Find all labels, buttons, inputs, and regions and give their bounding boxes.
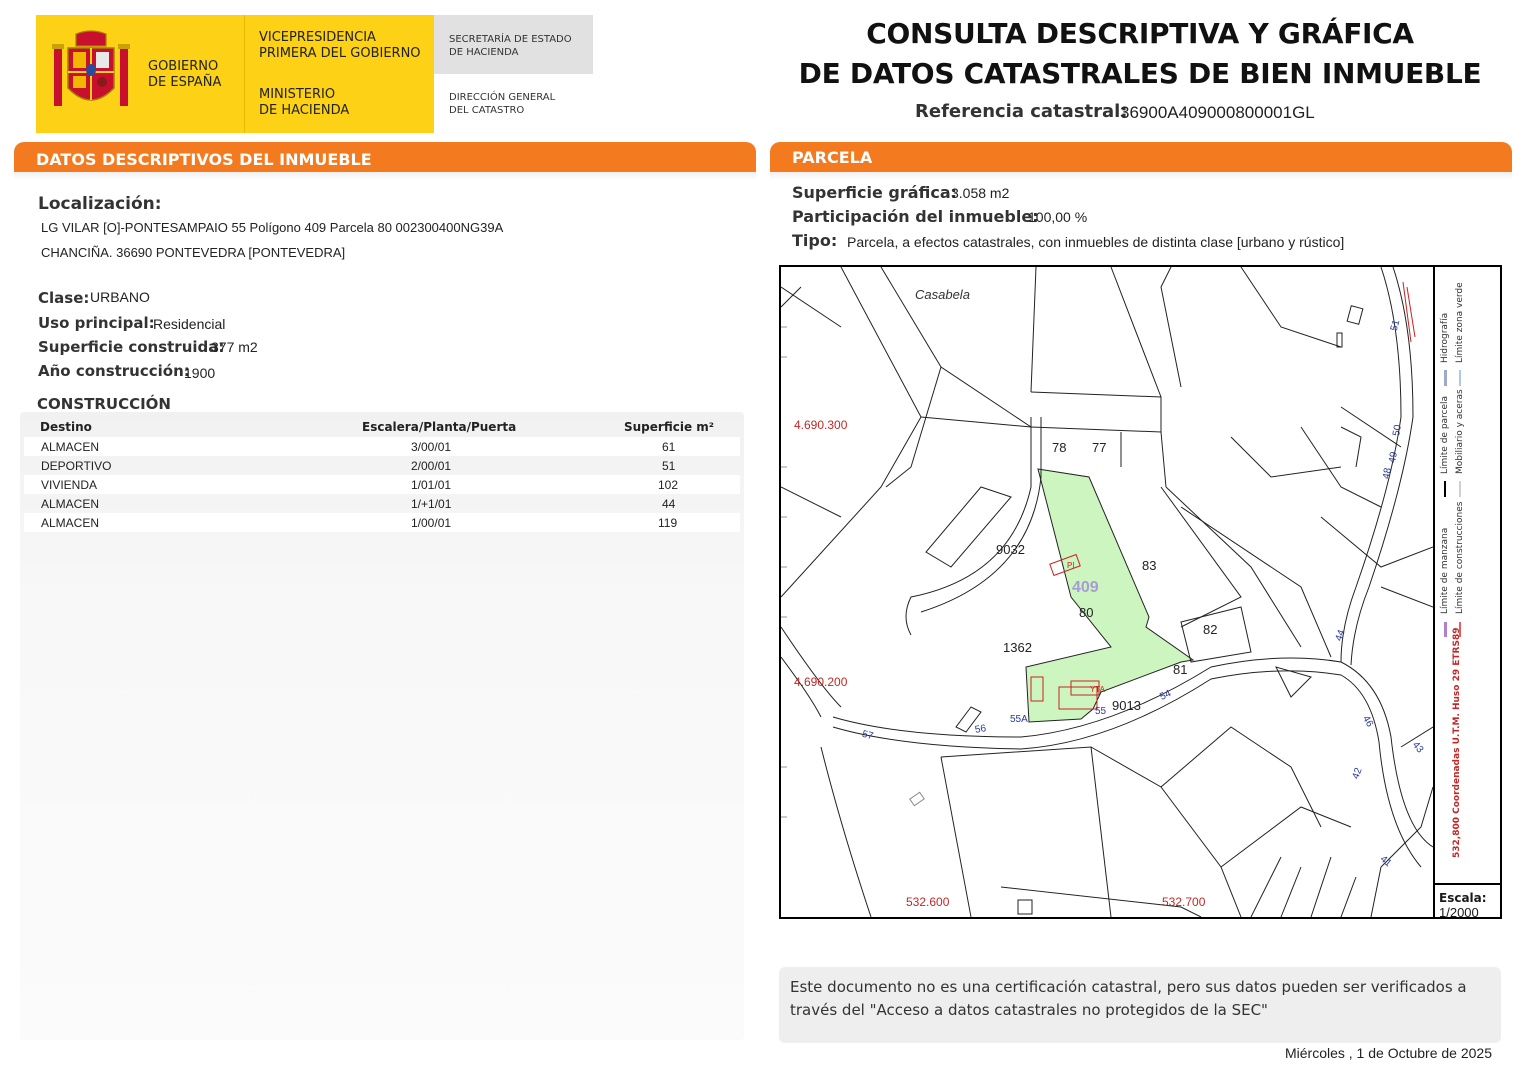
cell-superficie: 102 <box>658 478 679 492</box>
ministry-text: MINISTERIO DE HACIENDA <box>259 87 350 118</box>
location-line-2: CHANCIÑA. 36690 PONTEVEDRA [PONTEVEDRA] <box>41 245 346 260</box>
cell-escalera: 1/+1/01 <box>411 497 452 511</box>
tipo-label: Tipo: <box>792 231 838 250</box>
secretaria-text: SECRETARÍA DE ESTADO DE HACIENDA <box>449 34 572 58</box>
legend-hidrografia-swatch <box>1444 370 1447 386</box>
logo-divider <box>244 15 245 133</box>
disclaimer-text: Este documento no es una certificación c… <box>790 978 1467 1019</box>
clase-label: Clase: <box>38 289 90 307</box>
construccion-title: CONSTRUCCIÓN <box>37 395 171 413</box>
cell-escalera: 1/00/01 <box>411 516 452 530</box>
coord-y1: 4.690.300 <box>794 418 848 432</box>
legend-divider <box>1433 883 1502 885</box>
legend-mobiliario: Mobiliario y aceras <box>1455 389 1465 474</box>
legend-limite-manzana: Límite de manzana <box>1440 527 1450 614</box>
legend-zona-verde: Límite zona verde <box>1455 282 1465 363</box>
road-number: 56 <box>974 723 987 736</box>
location-label: Localización: <box>38 194 162 214</box>
cell-destino: ALMACEN <box>41 440 100 454</box>
parcel-label: 83 <box>1142 558 1157 573</box>
legend-mobiliario-swatch <box>1459 481 1461 497</box>
legend-parcela-swatch <box>1444 481 1446 497</box>
parcel-label: 81 <box>1173 662 1188 677</box>
superficie-construida-value: 377 m2 <box>211 339 258 355</box>
header-superficie: Superficie m² <box>624 420 715 434</box>
coord-x1: 532.600 <box>906 895 950 909</box>
parcel-label: 1362 <box>1003 640 1032 655</box>
legend-manzana-swatch <box>1444 622 1447 637</box>
participacion-label: Participación del inmueble: <box>792 207 1039 226</box>
legend-limite-parcela: Límite de parcela <box>1440 395 1450 474</box>
vicepresidencia-text: VICEPRESIDENCIA PRIMERA DEL GOBIERNO <box>259 30 421 61</box>
legend-hidrografia: Hidrografía <box>1440 312 1450 363</box>
header-destino: Destino <box>40 420 92 434</box>
scale-label: Escala: <box>1439 891 1487 905</box>
parcel-label: 78 <box>1052 440 1067 455</box>
cell-superficie: 119 <box>658 516 678 530</box>
building-label: YTA <box>1090 685 1105 694</box>
header-escalera: Escalera/Planta/Puerta <box>362 420 517 434</box>
parcel-label: 77 <box>1092 440 1107 455</box>
cell-superficie: 61 <box>662 440 676 454</box>
parcel-label: 9013 <box>1112 698 1141 713</box>
participacion-value: 100,00 % <box>1028 209 1088 225</box>
building-label: PI <box>1067 561 1075 570</box>
coat-of-arms-icon <box>52 30 130 106</box>
road-number: 50 <box>1391 424 1404 437</box>
legend-limite-construcciones: Límite de construcciones <box>1455 501 1465 614</box>
table-row: ALMACEN 1/+1/01 44 <box>24 494 740 513</box>
tipo-value: Parcela, a efectos catastrales, con inmu… <box>847 234 1345 250</box>
parcel-label: 9032 <box>996 542 1025 557</box>
coord-x2: 532.700 <box>1162 895 1206 909</box>
superficie-construida-label: Superficie construida: <box>38 338 225 356</box>
road-number: 55 <box>1095 706 1107 717</box>
legend-coords: 532,800 Coordenadas U.T.M. Huso 29 ETRS8… <box>1452 627 1462 859</box>
uso-label: Uso principal: <box>38 314 155 332</box>
place-label: Casabela <box>915 287 970 302</box>
table-row: ALMACEN 3/00/01 61 <box>24 437 740 456</box>
parcel-label: 80 <box>1079 605 1094 620</box>
cell-superficie: 51 <box>662 459 676 473</box>
cell-superficie: 44 <box>662 497 676 511</box>
superficie-grafica-label: Superficie gráfica: <box>792 183 958 202</box>
cell-destino: ALMACEN <box>41 497 100 511</box>
document-date: Miércoles , 1 de Octubre de 2025 <box>1284 1045 1492 1061</box>
page-title: CONSULTA DESCRIPTIVA Y GRÁFICA DE DATOS … <box>798 17 1482 90</box>
gov-name: GOBIERNO DE ESPAÑA <box>148 59 222 90</box>
location-line-1: LG VILAR [O]-PONTESAMPAIO 55 Polígono 40… <box>41 220 504 235</box>
table-row: VIVIENDA 1/01/01 102 <box>24 475 740 494</box>
clase-value: URBANO <box>90 289 150 305</box>
cell-destino: ALMACEN <box>41 516 100 530</box>
cell-destino: DEPORTIVO <box>41 459 112 473</box>
cell-escalera: 1/01/01 <box>411 478 452 492</box>
ref-value: 36900A409000800001GL <box>1120 103 1315 122</box>
cell-escalera: 2/00/01 <box>411 459 452 473</box>
road-number: 55A <box>1010 714 1028 725</box>
direccion-text: DIRECCIÓN GENERAL DEL CATASTRO <box>449 92 556 116</box>
cell-escalera: 3/00/01 <box>411 440 452 454</box>
table-row: ALMACEN 1/00/01 119 <box>24 513 740 532</box>
road-number: 48 <box>1381 467 1394 480</box>
descriptive-bar-shadow <box>14 172 756 180</box>
legend-zona-verde-swatch <box>1459 370 1461 386</box>
anio-value: 1900 <box>184 365 216 381</box>
anio-label: Año construcción: <box>38 362 190 380</box>
table-row: DEPORTIVO 2/00/01 51 <box>24 456 740 475</box>
parcela-bar-shadow <box>770 172 1512 180</box>
coord-y2: 4.690.200 <box>794 675 848 689</box>
scale-value: 1/2000 <box>1439 905 1479 920</box>
parcela-section-title: PARCELA <box>792 148 873 167</box>
cell-destino: VIVIENDA <box>41 478 98 492</box>
superficie-grafica-value: 3.058 m2 <box>951 185 1010 201</box>
descriptive-section-title: DATOS DESCRIPTIVOS DEL INMUEBLE <box>36 150 372 169</box>
road-number: 49 <box>1387 451 1400 464</box>
parcel-label: 82 <box>1203 622 1218 637</box>
poligono-label: 409 <box>1072 579 1099 596</box>
map-drawing[interactable] <box>781 267 1433 917</box>
uso-value: Residencial <box>153 316 226 332</box>
ref-label: Referencia catastral: <box>915 101 1128 122</box>
